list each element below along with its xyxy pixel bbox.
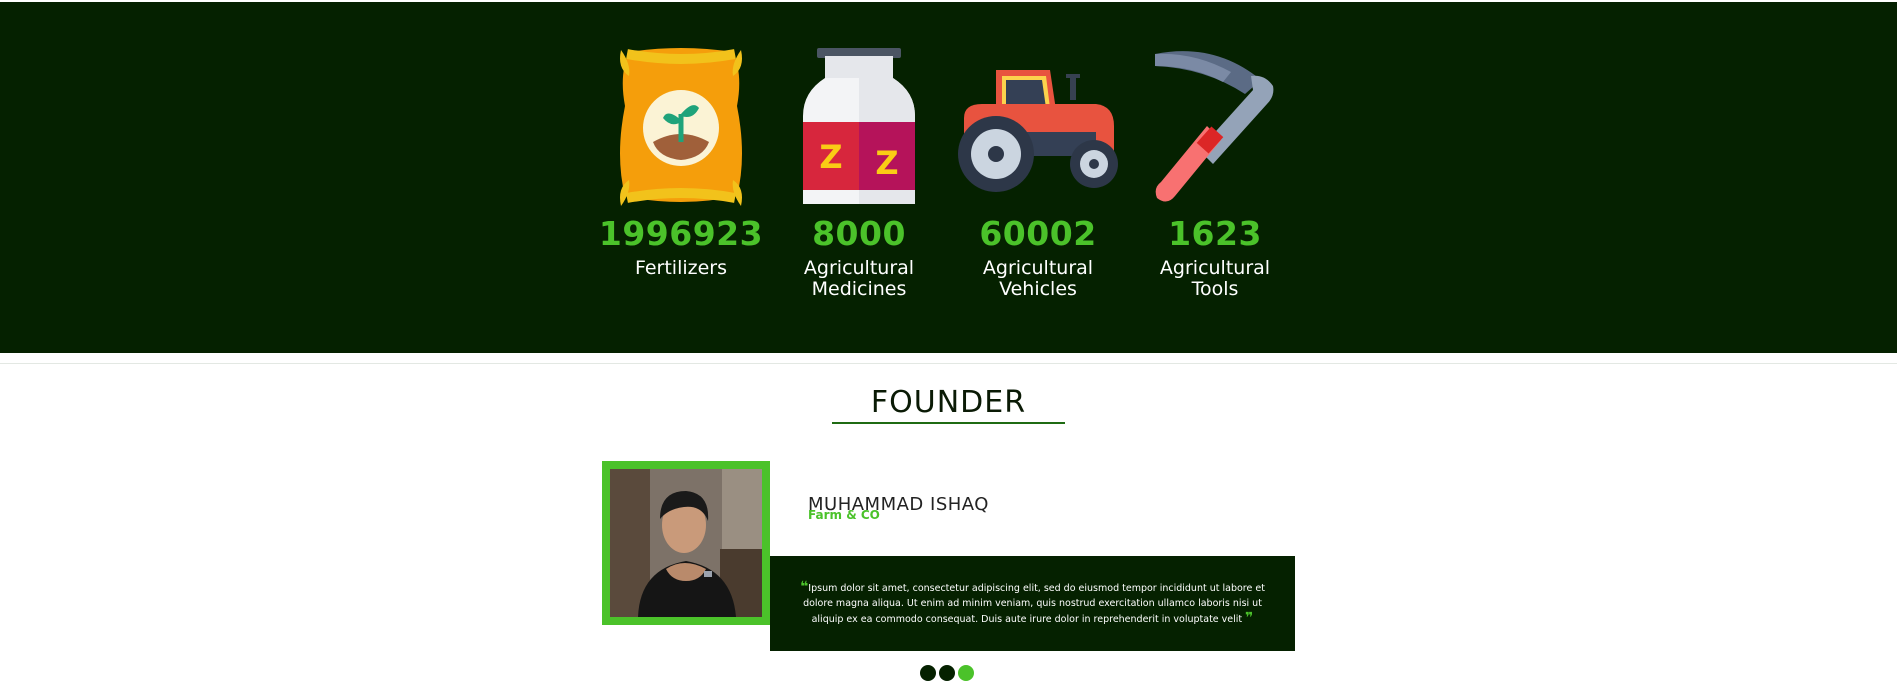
stat-label-line2: Vehicles (999, 278, 1077, 300)
stat-label-line1: Agricultural (803, 257, 915, 279)
stat-label-line1: Fertilizers (634, 257, 728, 279)
stat-label: Agricultural Vehicles (948, 258, 1128, 300)
pickaxe-icon (1155, 51, 1274, 202)
founder-company: Farm & CO (808, 508, 880, 522)
founder-portrait-image (610, 469, 762, 617)
svg-text:Z: Z (819, 138, 842, 176)
stat-label-line2: Medicines (811, 278, 907, 300)
carousel-dots (920, 665, 974, 681)
stat-label: Agricultural Medicines (769, 258, 949, 300)
stat-medicines: Z Z 8000 Agricultural Medicines (769, 46, 949, 300)
stat-fertilizers: 1996923 Fertilizers (591, 46, 771, 279)
stat-number: 8000 (812, 214, 906, 253)
svg-text:Z: Z (875, 144, 898, 182)
stat-label: Agricultural Tools (1125, 258, 1305, 300)
section-divider (0, 363, 1897, 364)
stat-number: 1996923 (598, 214, 764, 253)
title-underline (832, 422, 1065, 424)
fertilizer-bag-icon (620, 48, 742, 206)
stat-label: Fertilizers (591, 258, 771, 279)
carousel-dot-1[interactable] (920, 665, 936, 681)
stat-vehicles: 60002 Agricultural Vehicles (948, 46, 1128, 300)
carousel-dot-2[interactable] (939, 665, 955, 681)
founder-title: FOUNDER (870, 385, 1027, 420)
stat-label-line1: Agricultural (1159, 257, 1271, 279)
medicine-jar-icon: Z Z (803, 48, 915, 204)
founder-photo (610, 469, 762, 617)
stat-tools: 1623 Agricultural Tools (1125, 46, 1305, 300)
founder-photo-frame (602, 461, 770, 625)
quote-close-icon: ❞ (1245, 610, 1254, 626)
tractor-icon (958, 70, 1118, 192)
carousel-dot-3[interactable] (958, 665, 974, 681)
stat-number: 1623 (1168, 214, 1262, 253)
stats-section: 1996923 Fertilizers Z Z 8000 Agricultura… (0, 2, 1897, 353)
stat-label-line2: Tools (1191, 278, 1239, 300)
stat-number: 60002 (979, 214, 1097, 253)
stat-label-line1: Agricultural (982, 257, 1094, 279)
testimonial-quote-box: ❝Ipsum dolor sit amet, consectetur adipi… (770, 556, 1295, 651)
testimonial-quote: ❝Ipsum dolor sit amet, consectetur adipi… (798, 580, 1268, 627)
quote-text: Ipsum dolor sit amet, consectetur adipis… (803, 583, 1265, 625)
